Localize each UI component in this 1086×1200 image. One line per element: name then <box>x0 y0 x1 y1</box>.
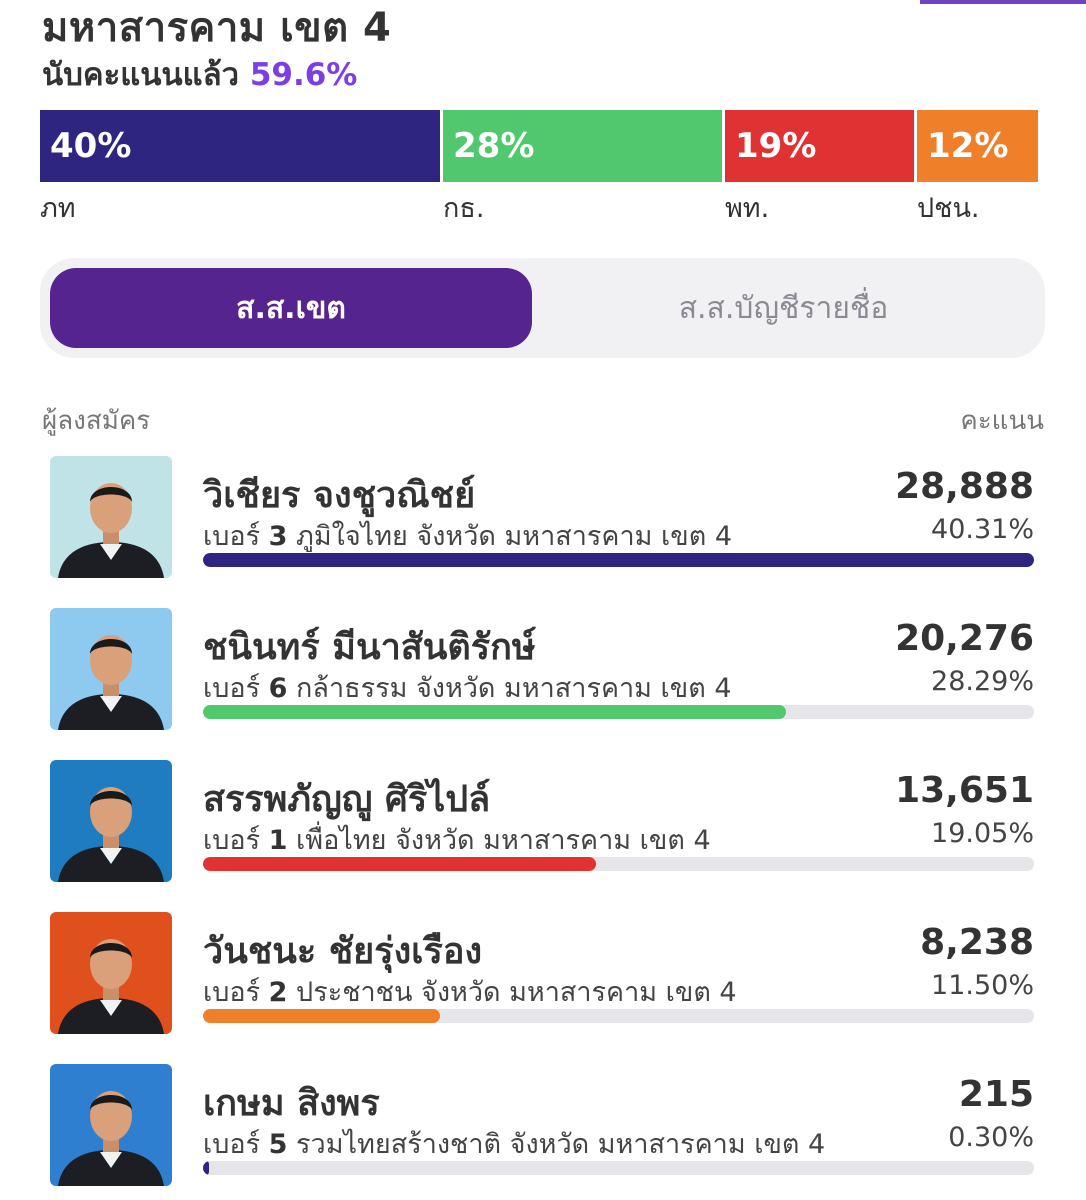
candidate-number: 3 <box>268 521 288 552</box>
candidate-photo <box>50 608 172 730</box>
party-share-segment: 19% <box>725 110 917 182</box>
vote-share-bar-fill <box>203 1009 440 1023</box>
candidate-detail: เบอร์ 5 รวมไทยสร้างชาติ จังหวัด มหาสารคา… <box>203 1122 825 1165</box>
candidate-votes: 8,238 <box>920 922 1034 963</box>
candidate-number-label: เบอร์ <box>203 977 269 1008</box>
count-progress: นับคะแนนแล้ว 59.6% <box>42 56 1042 94</box>
candidate-vote-share: 11.50% <box>931 970 1034 1001</box>
candidate-photo <box>50 456 172 578</box>
vote-share-bar-fill <box>203 1161 209 1175</box>
candidate-number: 2 <box>268 977 288 1008</box>
candidate-party-area: กล้าธรรม จังหวัด มหาสารคาม เขต 4 <box>287 673 732 704</box>
candidate-vote-share: 19.05% <box>931 818 1034 849</box>
candidate-party-area: รวมไทยสร้างชาติ จังหวัด มหาสารคาม เขต 4 <box>287 1129 826 1160</box>
candidate-number-label: เบอร์ <box>203 521 269 552</box>
party-share-label: พท. <box>725 193 770 224</box>
candidate-number: 1 <box>268 825 288 856</box>
vote-share-bar <box>203 553 1034 567</box>
candidate-list-header: ผู้ลงสมัคร คะแนน <box>42 400 1044 436</box>
candidate-party-area: เพื่อไทย จังหวัด มหาสารคาม เขต 4 <box>287 825 711 856</box>
candidate-number: 6 <box>268 673 288 704</box>
vote-share-bar-fill <box>203 705 786 719</box>
tab-constituency-mp[interactable]: ส.ส.เขต <box>50 268 532 348</box>
vote-share-bar <box>203 857 1034 871</box>
candidate-vote-share: 40.31% <box>931 514 1034 545</box>
candidate-photo <box>50 912 172 1034</box>
count-progress-percent: 59.6% <box>249 57 358 93</box>
vote-share-bar <box>203 705 1034 719</box>
result-tabs: ส.ส.เขต ส.ส.บัญชีรายชื่อ <box>40 258 1045 358</box>
vote-share-bar-fill <box>203 553 1034 567</box>
candidate-number-label: เบอร์ <box>203 673 269 704</box>
party-share-label: ปชน. <box>917 193 980 224</box>
candidate-votes: 28,888 <box>895 466 1034 507</box>
candidate-photo <box>50 760 172 882</box>
candidate-row[interactable]: สรรพภัญญู ศิริไปล์ เบอร์ 1 เพื่อไทย จังหว… <box>50 760 1040 882</box>
vote-share-bar <box>203 1161 1034 1175</box>
candidates-column-label: ผู้ลงสมัคร <box>42 406 151 436</box>
party-share-segment: 12% <box>917 110 1038 182</box>
candidate-photo <box>50 1064 172 1186</box>
party-share-labels: ภท กธ. พท. ปชน. <box>40 186 1038 224</box>
candidate-detail: เบอร์ 3 ภูมิใจไทย จังหวัด มหาสารคาม เขต … <box>203 514 732 557</box>
candidate-votes: 215 <box>958 1074 1034 1115</box>
party-share-bar: 40% 28% 19% 12% <box>40 110 1038 182</box>
candidate-row[interactable]: วันชนะ ชัยรุ่งเรือง เบอร์ 2 ประชาชน จังหว… <box>50 912 1040 1034</box>
candidate-vote-share: 28.29% <box>931 666 1034 697</box>
candidate-number-label: เบอร์ <box>203 825 269 856</box>
party-share-segment: 28% <box>443 110 725 182</box>
candidate-votes: 20,276 <box>895 618 1034 659</box>
candidate-detail: เบอร์ 6 กล้าธรรม จังหวัด มหาสารคาม เขต 4 <box>203 666 732 709</box>
candidate-votes: 13,651 <box>895 770 1034 811</box>
page-header: มหาสารคาม เขต 4 นับคะแนนแล้ว 59.6% <box>42 2 1042 94</box>
candidate-party-area: ภูมิใจไทย จังหวัด มหาสารคาม เขต 4 <box>287 521 732 552</box>
tab-party-list-mp[interactable]: ส.ส.บัญชีรายชื่อ <box>532 268 1035 348</box>
party-share-segment: 40% <box>40 110 443 182</box>
candidate-row[interactable]: วิเชียร จงชูวณิชย์ เบอร์ 3 ภูมิใจไทย จังห… <box>50 456 1040 578</box>
candidate-detail: เบอร์ 1 เพื่อไทย จังหวัด มหาสารคาม เขต 4 <box>203 818 711 861</box>
count-progress-label: นับคะแนนแล้ว <box>42 57 240 93</box>
candidate-number-label: เบอร์ <box>203 1129 269 1160</box>
candidate-vote-share: 0.30% <box>948 1122 1034 1153</box>
party-share-label: กธ. <box>443 193 485 224</box>
vote-share-bar-fill <box>203 857 596 871</box>
candidate-detail: เบอร์ 2 ประชาชน จังหวัด มหาสารคาม เขต 4 <box>203 970 737 1013</box>
candidate-row[interactable]: เกษม สิงพร เบอร์ 5 รวมไทยสร้างชาติ จังหวั… <box>50 1064 1040 1186</box>
vote-share-bar <box>203 1009 1034 1023</box>
candidate-party-area: ประชาชน จังหวัด มหาสารคาม เขต 4 <box>287 977 737 1008</box>
candidate-number: 5 <box>268 1129 288 1160</box>
party-share-label: ภท <box>40 193 76 224</box>
votes-column-label: คะแนน <box>960 406 1044 436</box>
candidate-row[interactable]: ชนินทร์ มีนาสันติรักษ์ เบอร์ 6 กล้าธรรม จ… <box>50 608 1040 730</box>
page-title: มหาสารคาม เขต 4 <box>42 5 392 51</box>
